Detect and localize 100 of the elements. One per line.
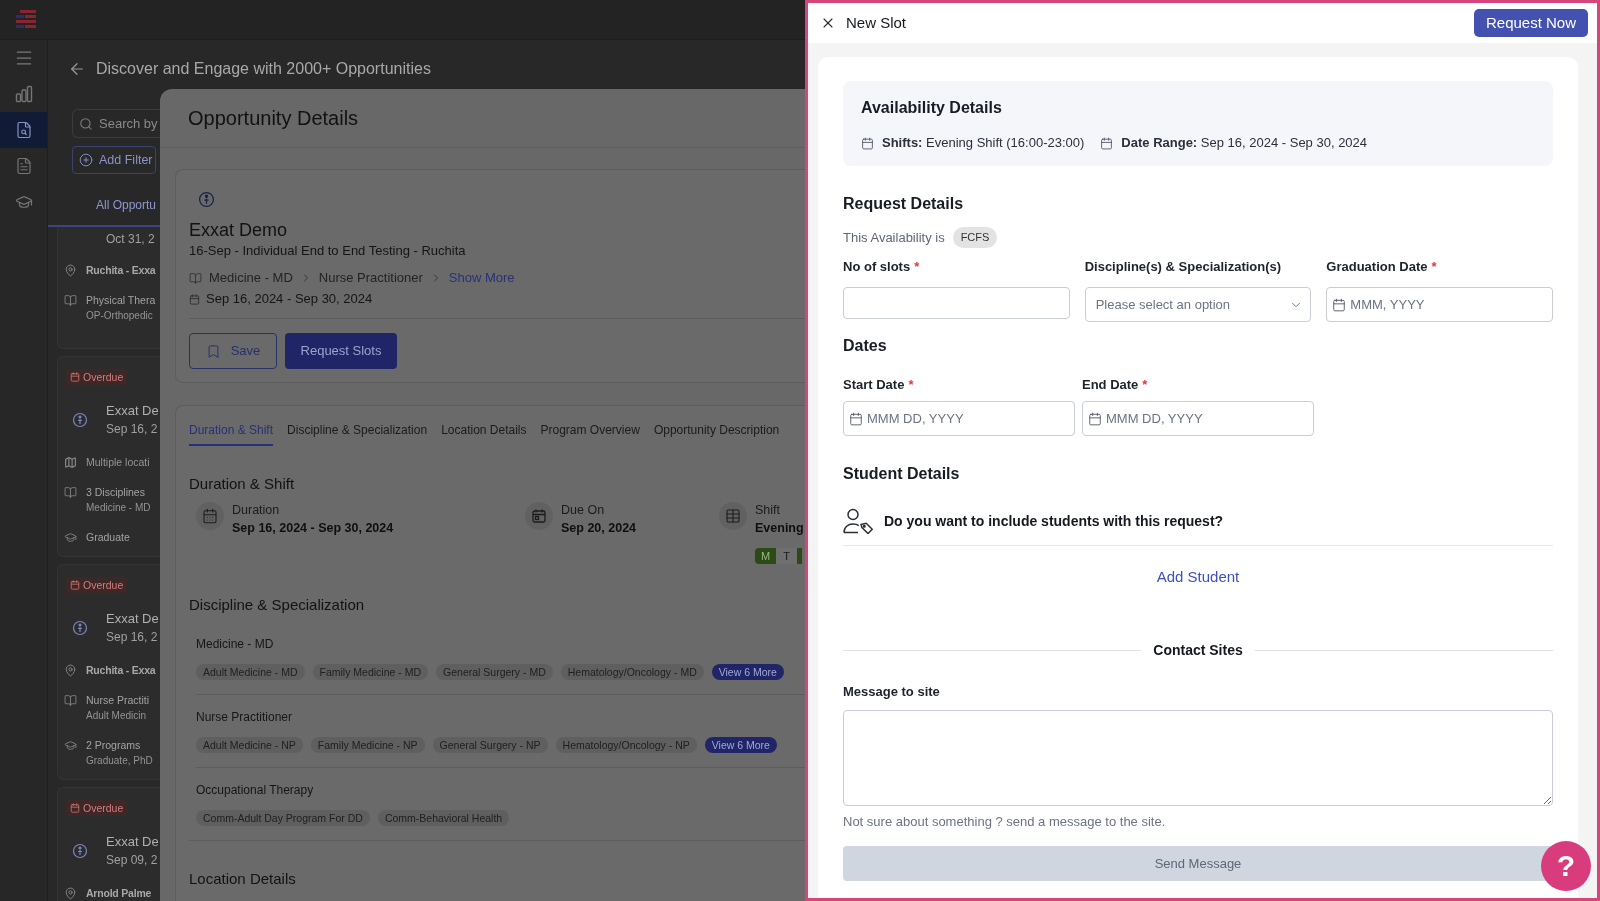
- card-date: Sep 09, 2: [106, 852, 159, 869]
- breadcrumb-item: Medicine - MD: [209, 269, 293, 288]
- org-logo-icon: [72, 412, 88, 428]
- document-icon: [14, 157, 33, 175]
- card-detail: Physical Thera: [86, 293, 156, 308]
- date-field[interactable]: MMM, YYYY: [1326, 287, 1553, 322]
- page-title: Discover and Engage with 2000+ Opportunities: [96, 59, 431, 79]
- table-icon: [719, 502, 747, 530]
- add-student-button[interactable]: Add Student: [1156, 567, 1240, 587]
- card-detail: 3 Disciplines: [86, 485, 146, 500]
- section-heading: Request Details: [843, 194, 965, 214]
- graduation-cap-icon: [64, 738, 77, 752]
- card-detail: Ruchita - Exxa: [86, 663, 156, 678]
- detail-label: Shift: [755, 502, 781, 518]
- section-heading: Location Details: [189, 869, 297, 889]
- section-heading: Discipline & Specialization: [189, 595, 366, 615]
- view-more-button[interactable]: View 6 More: [704, 737, 777, 753]
- specialization-tag: Adult Medicine - MD: [196, 664, 305, 680]
- discipline-name: Medicine - MD: [196, 636, 275, 652]
- map-pin-icon: [64, 663, 77, 677]
- student-question: Do you want to include students with this request?: [884, 512, 1224, 531]
- book-icon: [64, 693, 77, 707]
- card-date: Sep 16, 2: [106, 629, 159, 646]
- status-label: Overdue: [83, 370, 124, 385]
- calendar-icon: [70, 803, 80, 813]
- tab[interactable]: Opportunity Description: [653, 406, 780, 446]
- document-search-icon: [14, 121, 33, 139]
- graduation-cap-icon: [64, 530, 77, 544]
- request-now-button[interactable]: Request Now: [1473, 9, 1588, 37]
- specialization-tag: Hematology/Oncology - MD: [560, 664, 704, 680]
- specialization-tag: Family Medicine - MD: [312, 664, 429, 680]
- tab[interactable]: Duration & Shift: [189, 406, 274, 446]
- user-tag-icon: [843, 508, 873, 534]
- opportunity-subtitle: 16-Sep - Individual End to End Testing - Ruchita: [189, 242, 467, 260]
- date-field[interactable]: MMM DD, YYYY: [1082, 401, 1314, 436]
- specialization-tag: Adult Medicine - NP: [196, 737, 303, 753]
- bookmark-icon: [205, 343, 221, 359]
- detail-value: Evening: [755, 520, 804, 537]
- plus-circle-icon: [79, 153, 93, 167]
- calendar-icon: [849, 411, 863, 426]
- field-label: End Date *: [1082, 377, 1149, 393]
- calendar-icon: [1088, 411, 1102, 426]
- card-detail: Ruchita - Exxa: [86, 263, 156, 278]
- card-subdetail: Graduate, PhD: [86, 754, 153, 768]
- slots-input[interactable]: [843, 287, 1070, 319]
- tab[interactable]: Discipline & Specialization: [287, 406, 428, 446]
- detail-value: Sep 20, 2024: [561, 520, 637, 537]
- detail-value: Sep 16, 2024 - Sep 30, 2024: [232, 520, 394, 537]
- specialization-tag: Comm-Adult Day Program For DD: [196, 810, 370, 826]
- calendar-icon: [70, 372, 80, 382]
- card-detail: Multiple locati: [86, 455, 150, 470]
- field-label: Discipline(s) & Specialization(s): [1084, 259, 1283, 275]
- detail-label: Due On: [561, 502, 606, 518]
- section-heading: Dates: [843, 336, 888, 356]
- org-name: Exxat Demo: [189, 220, 289, 240]
- field-label: Start Date *: [843, 377, 915, 393]
- card-detail: Nurse Practiti: [86, 693, 149, 708]
- discipline-name: Nurse Practitioner: [196, 709, 294, 725]
- show-more-link[interactable]: Show More: [448, 268, 515, 288]
- card-subdetail: Medicine - MD: [86, 501, 151, 515]
- calendar-icon: [1332, 297, 1347, 312]
- calendar-icon: [189, 293, 200, 305]
- discipline-name: Occupational Therapy: [196, 782, 315, 798]
- specialization-tag: Hematology/Oncology - NP: [555, 737, 697, 753]
- search-field[interactable]: Search by: [72, 109, 160, 138]
- section-heading: Student Details: [843, 464, 961, 484]
- drawer-title: Opportunity Details: [188, 106, 359, 131]
- panel-title: New Slot: [846, 12, 907, 33]
- card-subdetail: OP-Orthopedic: [86, 309, 154, 323]
- card-detail: Graduate: [86, 530, 130, 545]
- book-icon: [189, 271, 202, 285]
- view-more-button[interactable]: View 6 More: [711, 664, 784, 680]
- status-label: Overdue: [83, 578, 124, 593]
- request-slots-button[interactable]: Request Slots: [285, 333, 397, 369]
- save-button[interactable]: Save: [189, 333, 277, 369]
- add-filter-button[interactable]: Add Filter: [72, 146, 156, 174]
- tab[interactable]: Location Details: [441, 406, 527, 446]
- tab[interactable]: Program Overview: [540, 406, 640, 446]
- card-subdetail: Adult Medicin: [86, 709, 148, 723]
- breadcrumb-item: Nurse Practitioner: [318, 269, 423, 288]
- card-detail: 2 Programs: [86, 738, 142, 753]
- org-logo-icon: [72, 620, 88, 636]
- map-icon: [64, 455, 77, 469]
- specialization-tag: General Surgery - MD: [436, 664, 553, 680]
- card-title: Exxat De: [106, 610, 159, 628]
- map-pin-icon: [64, 886, 77, 900]
- section-heading: Availability Details: [861, 98, 1003, 118]
- select-field[interactable]: Please select an option: [1084, 287, 1312, 322]
- search-icon: [79, 116, 93, 131]
- field-label: No of slots *: [843, 259, 921, 275]
- message-field[interactable]: [843, 710, 1553, 806]
- org-logo-icon: [198, 191, 215, 208]
- specialization-tag: Family Medicine - NP: [310, 737, 425, 753]
- day-pill: M: [755, 548, 776, 564]
- nav-item[interactable]: [0, 112, 47, 148]
- org-logo-icon: [72, 843, 88, 859]
- date-field[interactable]: MMM DD, YYYY: [843, 401, 1075, 436]
- map-pin-icon: [64, 263, 77, 277]
- graduation-cap-icon: [14, 193, 33, 211]
- bar-chart-icon: [14, 85, 33, 103]
